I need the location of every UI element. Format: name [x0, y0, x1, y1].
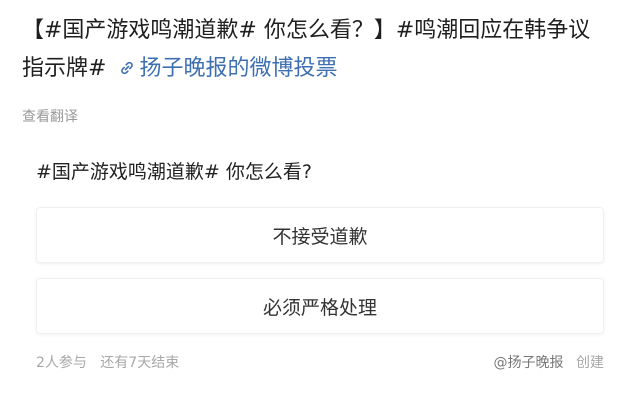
poll-title: #国产游戏鸣潮道歉# 你怎么看?	[36, 161, 312, 183]
time-remaining: 还有7天结束	[100, 355, 180, 371]
poll-option-2[interactable]: 必须严格处理	[36, 278, 604, 334]
creator-suffix: 创建	[576, 355, 604, 371]
poll-meta: 2人参与 还有7天结束	[36, 352, 179, 372]
participant-count: 2人参与	[36, 355, 87, 371]
poll-creator: @扬子晚报 创建	[494, 352, 604, 372]
translate-link[interactable]: 查看翻译	[22, 106, 78, 126]
poll-link[interactable]: 扬子晚报的微博投票	[139, 56, 337, 81]
poll-option-label: 不接受道歉	[272, 225, 368, 248]
link-icon[interactable]	[119, 51, 135, 75]
creator-name[interactable]: @扬子晚报	[494, 355, 564, 371]
poll-option-label: 必须严格处理	[262, 296, 377, 319]
poll-option-1[interactable]: 不接受道歉	[36, 207, 604, 263]
post-text: 【#国产游戏鸣潮道歉# 你怎么看？】#鸣潮回应在韩争议指示牌# 扬子晚报的微博投…	[22, 12, 612, 88]
